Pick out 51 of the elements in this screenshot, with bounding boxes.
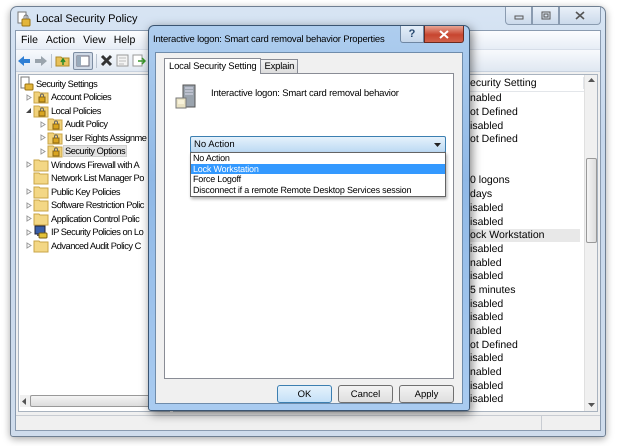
- dropdown-option[interactable]: Disconnect if a remote Remote Desktop Services session: [191, 184, 445, 195]
- setting-cell-text: nabled: [470, 366, 503, 380]
- tree-item[interactable]: Network List Manager Po: [49, 172, 146, 184]
- setting-cell-text: days: [470, 188, 494, 202]
- setting-cell-text: isabled: [470, 270, 504, 284]
- menu-item[interactable]: View: [79, 34, 110, 46]
- menu-item[interactable]: Help: [110, 34, 140, 46]
- policy-name: Interactive logon: Smart card removal behavior: [211, 88, 399, 99]
- setting-cell-text: 0 logons: [470, 174, 511, 188]
- dialog-title: Interactive logon: Smart card removal behavior Properties: [153, 34, 384, 44]
- tab[interactable]: Explain: [260, 59, 298, 73]
- dropdown[interactable]: No Action: [190, 136, 446, 153]
- menu-item[interactable]: Action: [42, 34, 80, 46]
- tree-item[interactable]: Advanced Audit Policy C: [49, 240, 143, 252]
- setting-cell-text: isabled: [470, 311, 504, 324]
- dialog-button[interactable]: OK: [277, 385, 332, 403]
- tree-item[interactable]: User Rights Assignme: [63, 132, 148, 144]
- dropdown-option[interactable]: Force Logoff: [191, 174, 445, 184]
- setting-cell-text: isabled: [470, 216, 504, 229]
- setting-cell-text: ot Defined: [470, 106, 519, 120]
- setting-cell-text: nabled: [470, 256, 503, 270]
- dialog-button[interactable]: Cancel: [338, 385, 393, 403]
- tree-item[interactable]: Account Policies: [49, 91, 114, 104]
- tree-item[interactable]: Audit Policy: [63, 118, 110, 130]
- setting-cell-text: isabled: [470, 380, 504, 393]
- setting-cell-text: nabled: [470, 92, 503, 106]
- help-button[interactable]: ?: [400, 26, 424, 43]
- setting-cell-text: isabled: [470, 393, 504, 406]
- setting-cell-text: isabled: [470, 352, 504, 366]
- setting-cell-text: 5 minutes: [470, 284, 517, 297]
- setting-cell-text: isabled: [470, 202, 504, 215]
- setting-cell-text: ot Defined: [470, 338, 519, 352]
- tree-item[interactable]: Application Control Polic: [49, 212, 142, 225]
- setting-cell: ock Workstation: [470, 229, 580, 242]
- menu-item[interactable]: File: [17, 34, 42, 46]
- setting-cell-text: isabled: [470, 298, 504, 311]
- setting-cell-text: nabled: [470, 325, 503, 338]
- setting-cell-text: isabled: [470, 120, 504, 133]
- setting-cell-text: isabled: [470, 242, 504, 256]
- tree-item[interactable]: Security Settings: [34, 78, 100, 90]
- tab[interactable]: Local Security Setting: [164, 58, 262, 74]
- tree-item[interactable]: IP Security Policies on Lo: [49, 226, 146, 238]
- dialog-button[interactable]: Apply: [399, 385, 454, 403]
- window-title: Local Security Policy: [36, 12, 138, 24]
- setting-cell-text: ot Defined: [470, 133, 519, 146]
- tree-item[interactable]: Windows Firewall with A: [49, 158, 142, 171]
- tree-item[interactable]: Software Restriction Polic: [49, 199, 146, 212]
- tree-item[interactable]: Public Key Policies: [49, 186, 122, 198]
- tree-item[interactable]: Security Options: [63, 145, 128, 158]
- dropdown-option[interactable]: No Action: [191, 153, 445, 164]
- tree-item[interactable]: Local Policies: [49, 104, 103, 117]
